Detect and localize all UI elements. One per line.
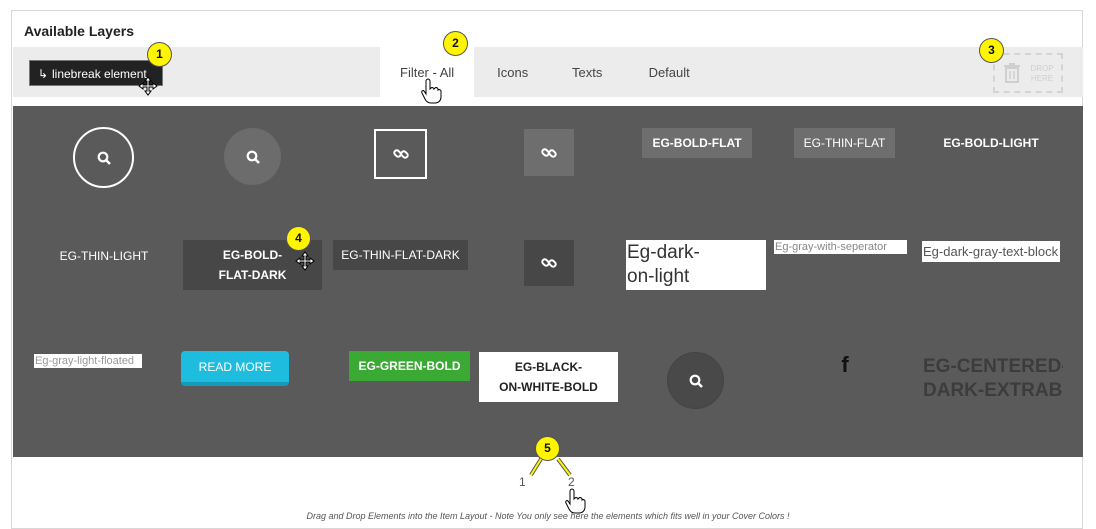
link-icon — [541, 147, 557, 158]
panel-title: Available Layers — [24, 23, 134, 39]
eg-bold-flat[interactable]: EG-BOLD-FLAT — [642, 128, 752, 158]
eg-gray-with-seperator[interactable]: Eg-gray-with-seperator — [774, 240, 907, 254]
link-square-filled-icon[interactable] — [524, 129, 574, 176]
eg-gray-light-floated[interactable]: Eg-gray-light-floated — [34, 354, 142, 368]
tab-texts[interactable]: Texts — [551, 47, 623, 97]
annotation-marker-1: 1 — [147, 42, 172, 67]
search-icon — [246, 150, 260, 164]
page-2-link[interactable]: 2 — [568, 475, 575, 489]
drop-here-zone[interactable]: DROP HERE — [993, 53, 1063, 93]
eg-dark-on-light[interactable]: Eg-dark-on-light — [626, 240, 766, 290]
eg-dark-gray-text-block[interactable]: Eg-dark-gray-text-block — [922, 241, 1060, 262]
annotation-pointer-lines — [529, 457, 572, 477]
page-1-link[interactable]: 1 — [519, 475, 526, 489]
search-circle-filled-icon[interactable] — [224, 128, 281, 185]
footer-note: Drag and Drop Elements into the Item Lay… — [306, 511, 790, 521]
eg-thin-flat-dark[interactable]: EG-THIN-FLAT-DARK — [333, 240, 468, 270]
move-cursor-icon — [295, 251, 315, 271]
search-circle-dark-icon[interactable] — [667, 352, 724, 409]
eg-thin-light[interactable]: EG-THIN-LIGHT — [53, 241, 155, 271]
trash-icon — [1004, 63, 1020, 83]
link-square-outline-icon[interactable] — [374, 129, 427, 179]
hand-cursor-icon — [421, 78, 442, 104]
eg-bold-light[interactable]: EG-BOLD-LIGHT — [934, 128, 1048, 158]
link-icon — [392, 149, 409, 159]
linebreak-arrow-icon: ↳ — [38, 67, 49, 81]
move-cursor-icon — [138, 76, 158, 96]
search-circle-outline-icon[interactable] — [73, 127, 134, 188]
facebook-icon[interactable]: f — [833, 352, 857, 378]
annotation-marker-2: 2 — [443, 31, 468, 56]
read-more-button[interactable]: READ MORE — [181, 351, 289, 386]
link-square-dark-icon[interactable] — [524, 240, 574, 286]
eg-thin-flat[interactable]: EG-THIN-FLAT — [794, 128, 895, 158]
drop-zone-label: DROP HERE — [1030, 64, 1054, 83]
tab-default[interactable]: Default — [623, 47, 715, 97]
tab-icons[interactable]: Icons — [474, 47, 551, 97]
link-icon — [541, 258, 557, 268]
layers-grid: EG-BOLD-FLAT EG-THIN-FLAT EG-BOLD-LIGHT … — [13, 106, 1083, 457]
annotation-marker-3: 3 — [979, 38, 1004, 63]
search-icon — [97, 151, 111, 165]
pagination: 1 2 — [12, 471, 1084, 511]
linebreak-label: linebreak element — [52, 67, 147, 81]
eg-centered-dark-extrabold[interactable]: EG-CENTERED- DARK-EXTRABO — [923, 354, 1063, 404]
eg-green-bold[interactable]: EG-GREEN-BOLD — [349, 351, 470, 381]
layers-toolbar: ↳ linebreak element Filter - All Icons Te… — [13, 47, 1083, 97]
hand-cursor-icon — [565, 488, 586, 514]
annotation-marker-4: 4 — [286, 226, 311, 251]
search-icon — [689, 374, 703, 388]
eg-black-on-white-bold[interactable]: EG-BLACK- ON-WHITE-BOLD — [479, 352, 618, 402]
